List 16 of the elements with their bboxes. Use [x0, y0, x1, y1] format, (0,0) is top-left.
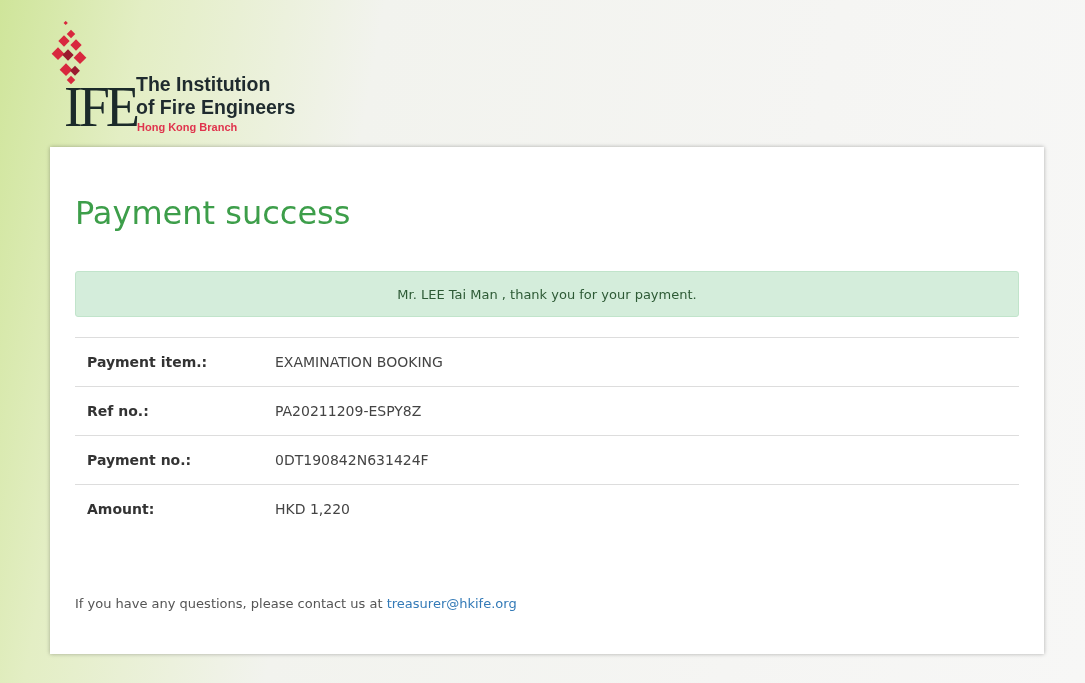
detail-value: PA20211209-ESPY8Z — [275, 403, 423, 419]
email-link[interactable]: treasurer@hkife.org — [386, 596, 517, 611]
detail-label: Payment no.: — [86, 452, 193, 468]
logo-name: The Institution — [136, 73, 272, 95]
page-title: Payment success — [75, 193, 352, 234]
detail-value: 0DT190842N631424F — [275, 452, 430, 468]
detail-value: HKD 1,220 — [275, 501, 352, 517]
logo-branch: Hong Kong Branch — [137, 121, 239, 133]
detail-label: Amount: — [86, 501, 156, 517]
success-alert: Mr. LEE Tai Man , thank you for your payment. — [75, 271, 1019, 317]
detail-label: Ref no.: — [86, 403, 150, 419]
contact-text: If you have any questions, please contact us at treasurer@hkife.org — [75, 596, 518, 611]
detail-label: Payment item.: — [86, 354, 209, 370]
detail-value: EXAMINATION BOOKING — [275, 354, 444, 370]
logo-name: of Fire Engineers — [136, 96, 296, 118]
logo-monogram: IFE — [64, 79, 136, 135]
